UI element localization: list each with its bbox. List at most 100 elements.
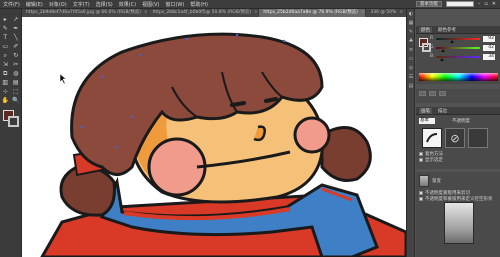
tab-color[interactable]: 颜色 [419, 26, 432, 33]
color-panel: 颜色 颜色参考 R 92 G 42 B 34 [416, 26, 500, 84]
brush-preview[interactable] [422, 128, 442, 148]
tool-icon[interactable]: ⌕ [2, 52, 9, 59]
tool-icon[interactable]: ▥ [2, 79, 9, 86]
search-field[interactable] [445, 1, 474, 7]
no-brush-preview[interactable]: ⊘ [445, 128, 465, 148]
tool-icon[interactable]: ⊹ [2, 88, 9, 95]
brush-panel: 画笔 描边 基本 不透明度 ⊘ 着色方法 显示选定 [416, 107, 500, 169]
document-tab[interactable]: https_2b9d8ef7d6a7f45a0.jpg @ 66.6% (RGB… [22, 9, 148, 17]
swatch-button[interactable] [419, 91, 426, 96]
option-row[interactable]: 显示选定 [419, 157, 498, 163]
tool-icon[interactable]: ✋ [2, 97, 9, 104]
close-icon[interactable]: ✕ [492, 1, 496, 7]
menu-effect[interactable]: 效果(C) [119, 1, 136, 8]
tool-row: ▸ ↗ [0, 15, 21, 24]
channel-row: B 34 [416, 52, 500, 61]
panel-icon-gradient[interactable]: ▭ [407, 54, 415, 63]
tool-icon[interactable]: ◍ [12, 70, 19, 77]
menu-type[interactable]: 文字(T) [73, 1, 90, 8]
tool-row: ⊹ ⬚ [0, 87, 21, 96]
panel-icon-stroke[interactable]: ≡ [407, 45, 415, 54]
tool-row: T ╲ [0, 33, 21, 42]
tool-row: ▭ ✐ [0, 42, 21, 51]
checkbox[interactable] [419, 158, 423, 162]
tool-icon[interactable]: 🔍 [12, 97, 19, 104]
brush-panel-header: 画笔 描边 [416, 107, 500, 115]
tool-row: ✎ ✒ [0, 24, 21, 33]
tool-icon[interactable]: ╲ [12, 34, 19, 41]
tool-icon[interactable]: ✒ [12, 25, 19, 32]
right-dock: ◐ ▦ ✎ ♣ ≡ ▭ ◎ ☰ ▤ 颜色 颜色参考 R 92 G 42 B 34 画笔 [406, 9, 500, 257]
menu-view[interactable]: 视图(V) [142, 1, 159, 8]
brush-options: 着色方法 显示选定 [416, 148, 500, 163]
tab-color-guide[interactable]: 颜色参考 [436, 27, 458, 33]
checkbox[interactable] [419, 191, 423, 195]
menu-help[interactable]: 帮助(H) [190, 1, 208, 8]
document-tab[interactable]: 336 @ 50% × [366, 9, 406, 17]
stroke-swatch[interactable] [8, 116, 19, 127]
channel-value-input[interactable]: 42 [483, 44, 495, 51]
tab-label: https_2b9d8ef7d6a7f45a0.jpg @ 66.6% (RGB… [26, 10, 141, 15]
gradient-preview[interactable] [444, 202, 474, 244]
menu-file[interactable]: 文件(F) [3, 1, 20, 8]
tab-stroke[interactable]: 描边 [436, 108, 449, 114]
close-tab-icon[interactable]: × [254, 10, 258, 15]
tool-icon[interactable]: ↻ [12, 52, 19, 59]
panel-icon-appearance[interactable]: ☰ [407, 72, 415, 81]
tool-icon[interactable]: ✐ [12, 43, 19, 50]
tool-icon[interactable]: ▸ [2, 16, 9, 23]
panel-icon-brushes[interactable]: ✎ [407, 27, 415, 36]
tool-icon[interactable]: ✂ [12, 61, 19, 68]
tool-row: ▥ ▤ [0, 78, 21, 87]
tool-icon[interactable]: ↗ [12, 16, 19, 23]
close-tab-icon[interactable]: × [144, 10, 148, 15]
menu-edit[interactable]: 编辑(E) [26, 1, 43, 8]
close-tab-icon[interactable]: × [361, 10, 365, 15]
tools-panel: ▸ ↗ ✎ ✒ T ╲ ▭ ✐ ⌕ ↻ ⇲ ✂ ⧉ ◍ ▥ ▤ ⊹ ⬚ ✋ 🔍 [0, 9, 22, 257]
channel-label: B [430, 54, 434, 59]
opacity-label: 不透明度 [452, 119, 470, 124]
brush-empty-slot[interactable] [468, 128, 488, 148]
gradient-thumbnail[interactable] [419, 175, 429, 187]
menu-window[interactable]: 窗口(W) [165, 1, 184, 8]
gradient-label: 渐变 [432, 179, 441, 184]
fill-stroke-swatches [0, 108, 21, 130]
swatch-button[interactable] [429, 91, 436, 96]
maximize-icon[interactable]: ▫ [484, 1, 487, 7]
panel-icon-symbols[interactable]: ♣ [407, 36, 415, 45]
swatch-row [416, 89, 500, 98]
tool-icon[interactable]: ⬚ [12, 88, 19, 95]
channel-value-input[interactable]: 34 [483, 53, 495, 60]
tool-icon[interactable]: ▤ [12, 79, 19, 86]
panel-icon-color[interactable]: ◐ [407, 9, 415, 18]
checkbox[interactable] [419, 197, 423, 201]
close-tab-icon[interactable]: × [399, 10, 403, 15]
tab-brushes[interactable]: 画笔 [419, 107, 432, 114]
panel-icon-swatches[interactable]: ▦ [407, 18, 415, 27]
workspace-switcher[interactable]: 基本功能 [415, 1, 442, 7]
menu-object[interactable]: 对象(O) [49, 1, 67, 8]
tool-icon[interactable]: ✎ [2, 25, 9, 32]
slider-knob[interactable] [439, 58, 444, 61]
artboard-canvas[interactable] [22, 17, 406, 257]
checkbox[interactable] [419, 152, 423, 156]
cursor-icon [59, 73, 67, 85]
cheek-left [147, 137, 207, 197]
channel-value-input[interactable]: 92 [483, 35, 495, 42]
channel-slider[interactable] [436, 37, 480, 40]
panel-icon-layers[interactable]: ▤ [407, 81, 415, 90]
panel-icon-strip: ◐ ▦ ✎ ♣ ≡ ▭ ◎ ☰ ▤ [407, 9, 415, 257]
tool-icon[interactable]: T [2, 34, 9, 41]
document-tab[interactable]: https_2b8c1a4f_b0b0f5@ 50.8% (RGB/预览) × [148, 9, 259, 17]
brush-select[interactable]: 基本 [419, 118, 435, 124]
menu-select[interactable]: 选择(S) [96, 1, 113, 8]
panel-icon-transparency[interactable]: ◎ [407, 63, 415, 72]
minimize-icon[interactable]: – [478, 1, 481, 7]
color-spectrum[interactable] [419, 73, 498, 81]
tool-icon[interactable]: ⇲ [2, 61, 9, 68]
tool-icon[interactable]: ▭ [2, 43, 9, 50]
menubar-right: 基本功能 – ▫ ✕ [415, 1, 500, 7]
tool-icon[interactable]: ⧉ [2, 70, 9, 77]
document-tab[interactable]: https_25b2d6aa7a8e @ 76.9% (RGB/预览) × [259, 9, 366, 17]
swatch-button[interactable] [439, 91, 446, 96]
